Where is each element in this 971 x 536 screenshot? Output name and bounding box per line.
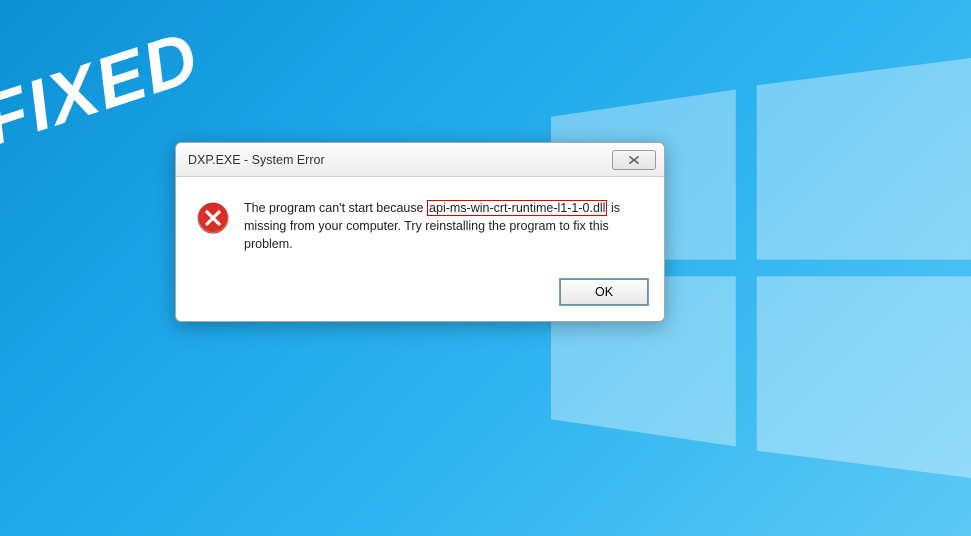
- message-text-1: The program can't start because: [244, 201, 427, 215]
- dialog-title: DXP.EXE - System Error: [188, 153, 325, 167]
- error-message: The program can't start because api-ms-w…: [244, 199, 644, 253]
- close-button[interactable]: [612, 150, 656, 170]
- desktop-background: FIXED DXP.EXE - System Error The program…: [0, 0, 971, 536]
- highlighted-dll-name: api-ms-win-crt-runtime-l1-1-0.dll: [427, 200, 607, 216]
- dialog-titlebar[interactable]: DXP.EXE - System Error: [176, 143, 664, 177]
- error-dialog: DXP.EXE - System Error The program can't…: [175, 142, 665, 322]
- dialog-body: The program can't start because api-ms-w…: [176, 177, 664, 271]
- close-icon: [628, 155, 640, 165]
- ok-button[interactable]: OK: [560, 279, 648, 305]
- fixed-overlay-text: FIXED: [0, 16, 209, 163]
- error-icon: [196, 201, 230, 235]
- dialog-footer: OK: [176, 271, 664, 321]
